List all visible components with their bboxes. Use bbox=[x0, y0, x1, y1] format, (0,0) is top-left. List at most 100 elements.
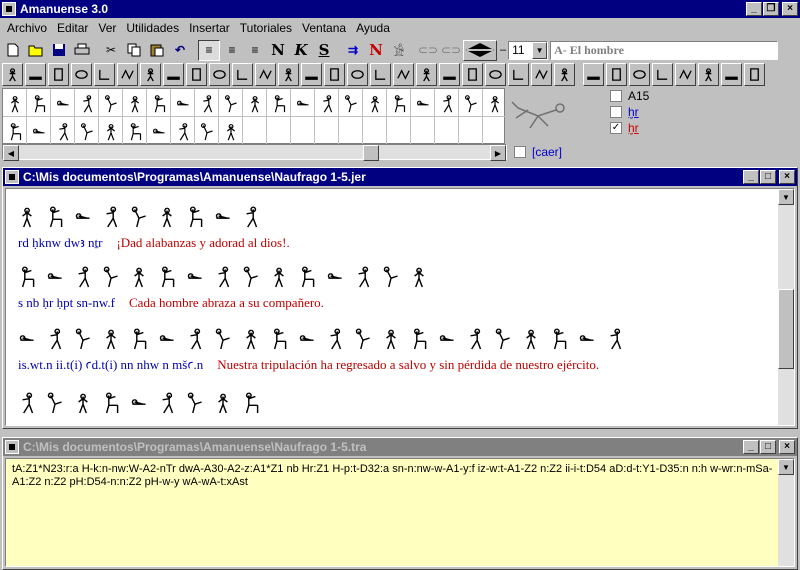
sign-cell[interactable] bbox=[99, 117, 123, 145]
sign-category-button[interactable] bbox=[48, 62, 69, 86]
doc-icon[interactable] bbox=[5, 440, 19, 454]
red-n-icon[interactable]: N bbox=[365, 40, 387, 61]
menu-ayuda[interactable]: Ayuda bbox=[351, 21, 395, 35]
caer-checkbox[interactable] bbox=[514, 146, 526, 158]
sign-category-button[interactable] bbox=[232, 62, 253, 86]
reading-checkbox[interactable] bbox=[610, 106, 622, 118]
sign-category-button[interactable] bbox=[416, 62, 437, 86]
sign-cell[interactable] bbox=[171, 89, 195, 117]
cut-icon[interactable]: ✂ bbox=[100, 40, 122, 61]
scroll-left-icon[interactable]: ◀ bbox=[3, 145, 19, 161]
bold-n-icon[interactable]: N bbox=[267, 40, 289, 61]
sign-cell[interactable] bbox=[387, 89, 411, 117]
reading-option[interactable]: ḫr bbox=[610, 104, 649, 120]
chevron-down-icon[interactable]: ▼ bbox=[532, 41, 548, 59]
sign-cell[interactable] bbox=[171, 117, 195, 145]
sign-category-button[interactable] bbox=[278, 62, 299, 86]
sign-category-button[interactable] bbox=[606, 62, 627, 86]
editor-maximize-button[interactable]: □ bbox=[760, 170, 776, 184]
transcript-minimize-button[interactable]: _ bbox=[743, 440, 759, 454]
reading-option[interactable]: ✓ ḫr bbox=[610, 120, 649, 136]
column-icon[interactable]: ⇉ bbox=[342, 40, 364, 61]
underline-s-icon[interactable]: S bbox=[313, 40, 335, 61]
reading-option[interactable]: A15 bbox=[610, 88, 649, 104]
sign-category-button[interactable] bbox=[71, 62, 92, 86]
font-size-combo[interactable]: 11 ▼ bbox=[508, 40, 549, 60]
sign-cell[interactable] bbox=[483, 117, 507, 145]
sign-cell[interactable] bbox=[147, 117, 171, 145]
doc-icon[interactable] bbox=[5, 170, 19, 184]
sign-category-button[interactable] bbox=[439, 62, 460, 86]
sign-cell[interactable] bbox=[483, 89, 507, 117]
dash-right-icon[interactable]: ⊂⊃ bbox=[440, 40, 462, 61]
sign-category-button[interactable] bbox=[744, 62, 765, 86]
sign-cell[interactable] bbox=[291, 89, 315, 117]
sign-cell[interactable] bbox=[123, 117, 147, 145]
sign-cell[interactable] bbox=[3, 89, 27, 117]
close-button[interactable]: × bbox=[782, 2, 798, 16]
sign-cell[interactable] bbox=[363, 117, 387, 145]
italic-k-icon[interactable]: K bbox=[290, 40, 312, 61]
sign-category-button[interactable] bbox=[347, 62, 368, 86]
sign-category-button[interactable] bbox=[583, 62, 604, 86]
sign-cell[interactable] bbox=[435, 117, 459, 145]
scroll-down-icon[interactable]: ▼ bbox=[778, 189, 794, 205]
minimize-button[interactable]: _ bbox=[746, 2, 762, 16]
palette-scrollbar[interactable]: ◀ ▶ bbox=[2, 144, 507, 161]
open-folder-icon[interactable] bbox=[25, 40, 47, 61]
sign-field[interactable]: A- El hombre bbox=[550, 40, 779, 60]
shape-selector-icon[interactable] bbox=[463, 39, 497, 61]
sign-cell[interactable] bbox=[219, 89, 243, 117]
sign-cell[interactable] bbox=[243, 89, 267, 117]
sign-cell[interactable] bbox=[291, 117, 315, 145]
menu-archivo[interactable]: Archivo bbox=[2, 21, 52, 35]
scroll-down-icon[interactable]: ▼ bbox=[778, 459, 794, 475]
new-file-icon[interactable] bbox=[2, 40, 24, 61]
sign-cell[interactable] bbox=[315, 117, 339, 145]
undo-icon[interactable]: ↶ bbox=[169, 40, 191, 61]
sign-cell[interactable] bbox=[75, 89, 99, 117]
sign-cell[interactable] bbox=[75, 117, 99, 145]
restore-button[interactable]: ❐ bbox=[763, 2, 779, 16]
transcript-editor[interactable]: tA:Z1*N23:r:a H-k:n-nw:W-A2-nTr dwA-A30-… bbox=[5, 458, 795, 567]
editor-scroll-thumb[interactable] bbox=[778, 289, 794, 369]
sign-cell[interactable] bbox=[411, 89, 435, 117]
editor-minimize-button[interactable]: _ bbox=[743, 170, 759, 184]
sign-cell[interactable] bbox=[219, 117, 243, 145]
sign-cell[interactable] bbox=[51, 89, 75, 117]
sign-category-button[interactable] bbox=[462, 62, 483, 86]
sign-cell[interactable] bbox=[411, 117, 435, 145]
hieroglyph-editor[interactable]: ▲ ▼ rd ḥknw dwꜣ nṯr ¡Dad alabanzas y ador… bbox=[5, 188, 795, 426]
sign-category-button[interactable] bbox=[698, 62, 719, 86]
sign-category-button[interactable] bbox=[554, 62, 575, 86]
app-icon[interactable] bbox=[2, 2, 16, 16]
sign-category-button[interactable] bbox=[531, 62, 552, 86]
editor-close-button[interactable]: × bbox=[779, 170, 795, 184]
sign-cell[interactable] bbox=[243, 117, 267, 145]
sign-category-button[interactable] bbox=[370, 62, 391, 86]
save-icon[interactable] bbox=[48, 40, 70, 61]
sign-cell[interactable] bbox=[459, 89, 483, 117]
sign-category-button[interactable] bbox=[94, 62, 115, 86]
menu-tutoriales[interactable]: Tutoriales bbox=[235, 21, 297, 35]
scroll-right-icon[interactable]: ▶ bbox=[490, 145, 506, 161]
sign-category-button[interactable] bbox=[209, 62, 230, 86]
sign-category-button[interactable] bbox=[255, 62, 276, 86]
sign-category-button[interactable] bbox=[163, 62, 184, 86]
sign-cell[interactable] bbox=[315, 89, 339, 117]
sign-category-button[interactable] bbox=[25, 62, 46, 86]
sign-cell[interactable] bbox=[435, 89, 459, 117]
sign-category-button[interactable] bbox=[652, 62, 673, 86]
sign-category-button[interactable] bbox=[721, 62, 742, 86]
menu-editar[interactable]: Editar bbox=[52, 21, 93, 35]
sign-category-button[interactable] bbox=[117, 62, 138, 86]
transcript-close-button[interactable]: × bbox=[779, 440, 795, 454]
sign-category-button[interactable] bbox=[485, 62, 506, 86]
menu-insertar[interactable]: Insertar bbox=[184, 21, 235, 35]
caer-option[interactable]: [caer] bbox=[514, 145, 562, 159]
menu-ver[interactable]: Ver bbox=[93, 21, 121, 35]
transcript-maximize-button[interactable]: □ bbox=[760, 440, 776, 454]
sign-cell[interactable] bbox=[51, 117, 75, 145]
align-center-icon[interactable]: ≡ bbox=[221, 40, 243, 61]
sign-cell[interactable] bbox=[147, 89, 171, 117]
